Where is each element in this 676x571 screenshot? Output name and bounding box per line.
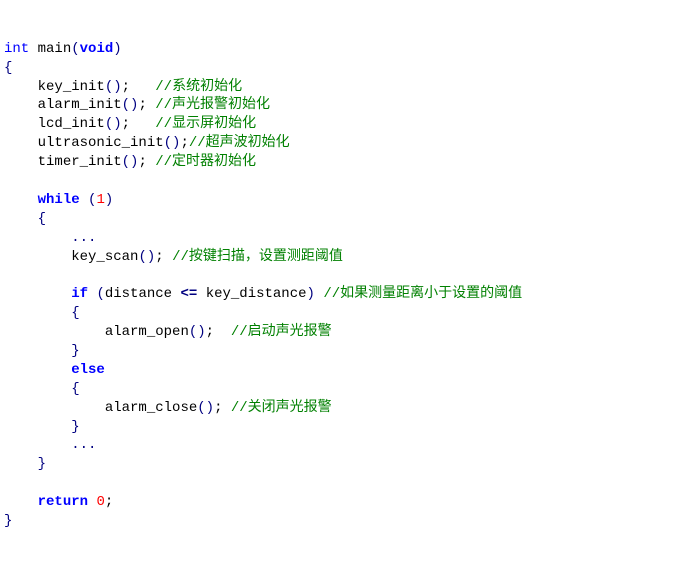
comment-alarm-close: //关闭声光报警: [231, 400, 332, 416]
lbrace: {: [4, 60, 12, 76]
id-distance: distance: [105, 286, 172, 302]
call-alarm-close: alarm_close: [105, 400, 197, 416]
rbrace: }: [4, 513, 12, 529]
comment-alarm-open: //启动声光报警: [231, 324, 332, 340]
lparen: (: [71, 41, 79, 57]
kw-else: else: [71, 362, 105, 378]
rparen: ): [113, 41, 121, 57]
literal-1: 1: [96, 192, 104, 208]
comment-if: //如果测量距离小于设置的阈值: [323, 286, 522, 302]
code-block: int main(void) { key_init(); //系统初始化 ala…: [4, 41, 522, 529]
call-timer-init: timer_init: [38, 154, 122, 170]
type-int: int: [4, 41, 29, 57]
call-lcd-init: lcd_init: [38, 116, 105, 132]
fn-main: main: [38, 41, 72, 57]
type-void: void: [80, 41, 114, 57]
comment-timer-init: //定时器初始化: [155, 154, 256, 170]
comment-key-scan: //按键扫描，设置测距阈值: [172, 249, 343, 265]
ellipsis: ...: [71, 437, 96, 453]
call-alarm-init: alarm_init: [38, 97, 122, 113]
comment-sys-init: //系统初始化: [155, 79, 242, 95]
kw-return: return: [38, 494, 88, 510]
call-key-scan: key_scan: [71, 249, 138, 265]
call-alarm-open: alarm_open: [105, 324, 189, 340]
literal-0: 0: [96, 494, 104, 510]
comment-ultrasonic-init: //超声波初始化: [189, 135, 290, 151]
op-le: <=: [180, 286, 197, 302]
call-key-init: key_init: [38, 79, 105, 95]
comment-lcd-init: //显示屏初始化: [155, 116, 256, 132]
kw-if: if: [71, 286, 88, 302]
kw-while: while: [38, 192, 80, 208]
call-ultrasonic-init: ultrasonic_init: [38, 135, 164, 151]
id-key-distance: key_distance: [206, 286, 307, 302]
comment-alarm-init: //声光报警初始化: [155, 97, 270, 113]
ellipsis: ...: [71, 230, 96, 246]
